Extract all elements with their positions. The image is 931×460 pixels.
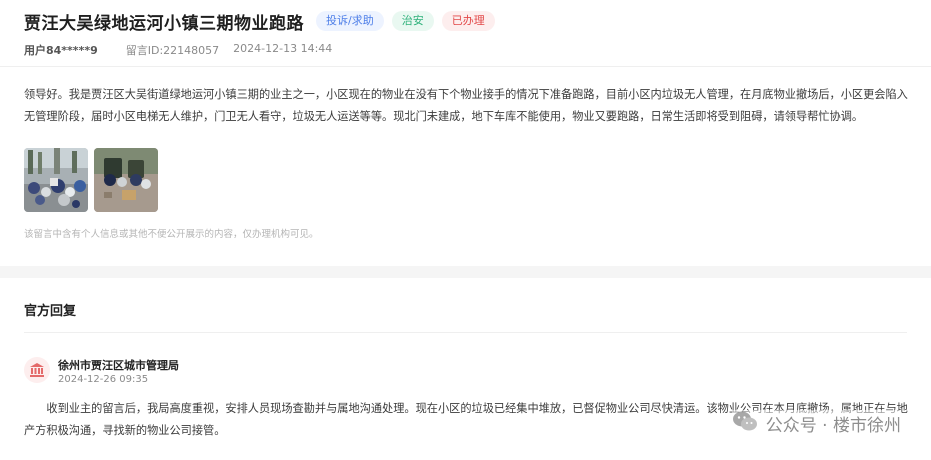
section-separator (0, 266, 931, 278)
status-badge: 已办理 (441, 11, 495, 31)
page-header: 贾汪大吴绿地运河小镇三期物业跑路 投诉/求助 治安 已办理 (24, 6, 921, 36)
government-building-icon (24, 357, 50, 383)
image-gallery (24, 148, 164, 212)
message-meta: 用户84*****9 留言ID:22148057 2024-12-13 14:4… (24, 42, 332, 58)
topic-tag: 治安 (391, 11, 434, 31)
reply-date: 2024-12-26 09:35 (58, 374, 149, 385)
privacy-note: 该留言中含有个人信息或其他不便公开展示的内容，仅办理机构可见。 (24, 229, 319, 240)
wechat-icon (732, 410, 758, 437)
watermark: 公众号 · 楼市徐州 (731, 410, 901, 437)
category-tag: 投诉/求助 (316, 11, 384, 31)
garbage-photo-2-thumbnail[interactable] (94, 148, 158, 212)
garbage-photo-1-thumbnail[interactable] (24, 148, 88, 212)
header-divider (0, 66, 931, 67)
reply-section-title: 官方回复 (24, 304, 77, 319)
message-datetime: 2024-12-13 14:44 (233, 42, 333, 55)
user-name: 用户84*****9 (24, 44, 98, 57)
message-id: 留言ID:22148057 (125, 44, 220, 57)
page-title: 贾汪大吴绿地运河小镇三期物业跑路 (24, 13, 304, 34)
message-body: 领导好。我是贾汪区大吴街道绿地运河小镇三期的业主之一，小区现在的物业在没有下个物… (24, 88, 908, 123)
reply-divider (24, 332, 907, 333)
reply-org-name: 徐州市贾汪区城市管理局 (58, 359, 179, 372)
watermark-text: 公众号 · 楼市徐州 (765, 416, 901, 436)
